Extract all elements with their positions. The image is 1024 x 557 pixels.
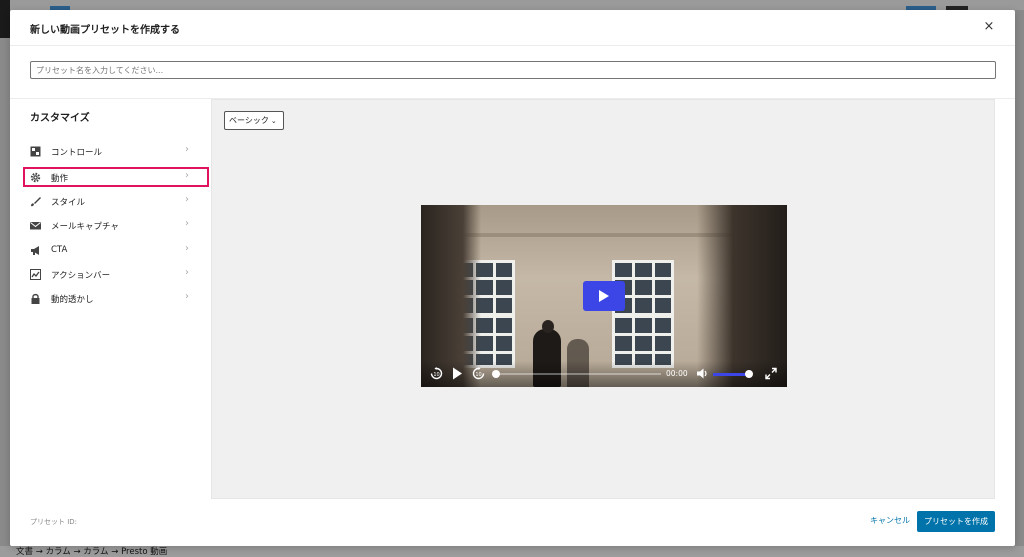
customize-sidebar: カスタマイズ コントロール › 動作 › スタイル › メールキャプチャ › C…	[10, 99, 211, 499]
thumbnail-detail	[542, 320, 554, 333]
volume-slider[interactable]	[713, 373, 749, 376]
seek-bar[interactable]	[496, 373, 661, 375]
modal-header: 新しい動画プリセットを作成する ×	[10, 10, 1015, 46]
big-play-button[interactable]	[583, 281, 625, 311]
chart-icon	[30, 269, 41, 280]
player-controls: 10 10 00:00	[421, 361, 787, 387]
forward-10-icon[interactable]: 10	[472, 367, 485, 380]
sidebar-item-label: アクションバー	[51, 271, 111, 281]
thumbnail-detail	[612, 260, 674, 368]
sidebar-item-email-capture[interactable]: メールキャプチャ ›	[23, 215, 209, 235]
lock-icon	[31, 293, 40, 304]
chevron-right-icon: ›	[185, 194, 189, 205]
chevron-right-icon: ›	[185, 291, 189, 302]
chevron-right-icon: ›	[185, 218, 189, 229]
volume-handle[interactable]	[745, 370, 753, 378]
editor-topbar	[0, 0, 1024, 10]
sidebar-item-controls[interactable]: コントロール ›	[23, 141, 209, 161]
play-icon	[599, 290, 609, 302]
controls-icon	[30, 146, 41, 157]
rewind-10-icon[interactable]: 10	[430, 367, 443, 380]
mail-icon	[30, 222, 41, 230]
sidebar-item-label: コントロール	[51, 148, 103, 158]
video-player[interactable]: 10 10 00:00	[421, 205, 787, 387]
sidebar-item-label: CTA	[51, 245, 68, 255]
chevron-right-icon: ›	[185, 170, 189, 181]
svg-text:10: 10	[475, 372, 481, 378]
chevron-right-icon: ›	[185, 267, 189, 278]
preset-type-select[interactable]: ベーシック ⌄	[224, 111, 284, 130]
gear-icon	[30, 172, 41, 183]
sidebar-item-style[interactable]: スタイル ›	[23, 191, 209, 211]
create-preset-button[interactable]: プリセットを作成	[917, 511, 995, 532]
preset-name-input[interactable]	[30, 61, 996, 79]
seek-handle[interactable]	[492, 370, 500, 378]
cancel-button[interactable]: キャンセル	[860, 511, 920, 531]
megaphone-icon	[31, 246, 39, 255]
play-icon[interactable]	[452, 367, 463, 380]
volume-icon[interactable]	[696, 367, 709, 380]
current-time: 00:00	[666, 369, 688, 378]
sidebar-heading: カスタマイズ	[30, 113, 90, 124]
editor-logo	[0, 0, 10, 38]
preset-id-label: プリセット ID:	[30, 518, 78, 526]
sidebar-item-behavior[interactable]: 動作 ›	[23, 167, 209, 187]
editor-breadcrumb: 文書 → カラム → カラム → Presto 動画	[16, 547, 168, 557]
chevron-right-icon: ›	[185, 144, 189, 155]
sidebar-item-action-bar[interactable]: アクションバー ›	[23, 264, 209, 284]
sidebar-item-label: 動的透かし	[51, 295, 94, 305]
close-button[interactable]: ×	[980, 18, 998, 36]
sidebar-item-label: 動作	[51, 174, 69, 184]
thumbnail-detail	[615, 263, 671, 365]
sidebar-item-cta[interactable]: CTA ›	[23, 240, 209, 260]
chevron-right-icon: ›	[185, 243, 189, 254]
close-icon: ×	[983, 19, 995, 34]
preset-type-value: ベーシック	[229, 116, 269, 125]
thumbnail-detail	[697, 205, 787, 387]
svg-text:10: 10	[433, 372, 439, 378]
modal-title: 新しい動画プリセットを作成する	[30, 25, 180, 36]
fullscreen-icon[interactable]	[765, 367, 777, 380]
brush-icon	[31, 197, 41, 207]
create-preset-modal: 新しい動画プリセットを作成する × カスタマイズ コントロール › 動作 › ス…	[10, 10, 1015, 546]
sidebar-item-label: メールキャプチャ	[51, 222, 119, 232]
chevron-down-icon: ⌄	[270, 117, 277, 125]
sidebar-item-dynamic-watermark[interactable]: 動的透かし ›	[23, 288, 209, 308]
preview-panel: ベーシック ⌄ 10 10 00:00	[211, 99, 995, 499]
thumbnail-detail	[421, 205, 481, 387]
sidebar-item-label: スタイル	[51, 198, 86, 208]
